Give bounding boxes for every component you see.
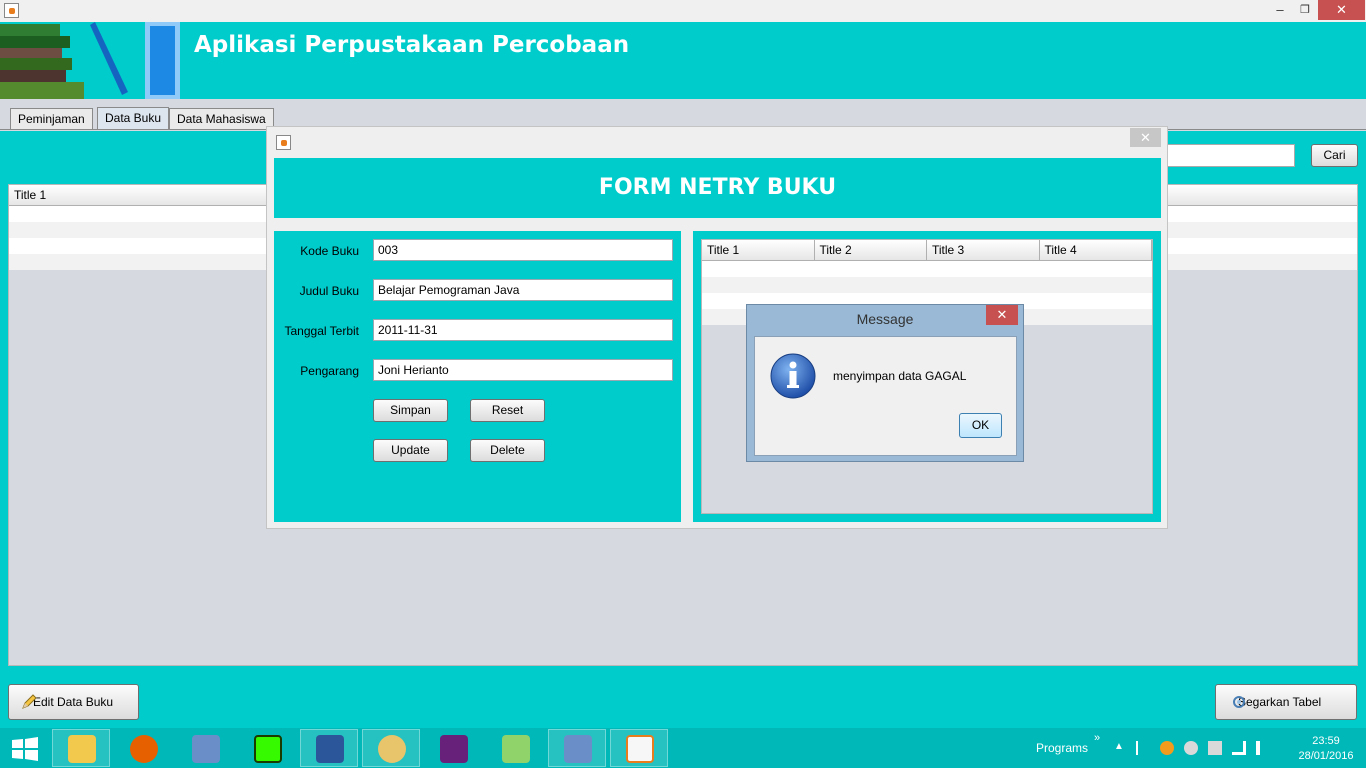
message-text: menyimpan data GAGAL xyxy=(833,369,967,383)
virtualbox-icon[interactable] xyxy=(176,729,234,767)
search-button[interactable]: Cari xyxy=(1311,144,1358,167)
maximize-button[interactable]: ❐ xyxy=(1291,0,1319,20)
minimize-button[interactable]: – xyxy=(1266,0,1294,20)
windows-start-icon[interactable] xyxy=(6,737,42,761)
search-input[interactable] xyxy=(1160,144,1295,167)
message-close-button[interactable]: ✕ xyxy=(986,305,1018,325)
judul-buku-label: Judul Buku xyxy=(299,284,359,298)
edit-button-label: Edit Data Buku xyxy=(33,695,114,709)
action-center-flag-icon[interactable] xyxy=(1136,741,1150,755)
clock-time: 23:59 xyxy=(1312,735,1340,747)
kode-buku-label: Kode Buku xyxy=(300,244,359,258)
table-header-title-3[interactable]: Title 3 xyxy=(927,240,1040,260)
pencil-icon xyxy=(22,694,37,709)
java-app-icon xyxy=(4,3,19,18)
java-icon[interactable] xyxy=(610,729,668,767)
firefox-icon[interactable] xyxy=(114,729,172,767)
taskbar: Programs » ▲ 23:59 28/01/2016 xyxy=(0,728,1366,768)
refresh-icon xyxy=(1233,696,1245,708)
table-header-title-4[interactable]: Title 4 xyxy=(1040,240,1152,260)
network-signal-icon[interactable] xyxy=(1232,741,1246,755)
toolbar-chevron-icon[interactable]: » xyxy=(1094,732,1100,744)
security-icon[interactable] xyxy=(1184,741,1198,755)
judul-buku-field[interactable]: Belajar Pemograman Java xyxy=(373,279,673,301)
virtualbox-icon[interactable] xyxy=(548,729,606,767)
usb-device-icon[interactable] xyxy=(1208,741,1222,755)
visual-studio-icon[interactable] xyxy=(424,729,482,767)
tab-data-buku[interactable]: Data Buku xyxy=(97,107,170,130)
tanggal-terbit-label: Tanggal Terbit xyxy=(284,324,360,338)
info-icon xyxy=(770,353,816,399)
delete-button[interactable]: Delete xyxy=(470,439,545,462)
paint-icon[interactable] xyxy=(362,729,420,767)
avast-icon[interactable] xyxy=(1160,741,1174,755)
table-header-title-1[interactable]: Title 1 xyxy=(702,240,815,260)
volume-icon[interactable] xyxy=(1256,741,1270,755)
table-row[interactable] xyxy=(702,277,1152,293)
refresh-table-button[interactable]: Segarkan Tabel xyxy=(1215,684,1357,720)
update-button[interactable]: Update xyxy=(373,439,448,462)
system-clock[interactable]: 23:59 28/01/2016 xyxy=(1296,734,1356,764)
message-body: menyimpan data GAGAL OK xyxy=(754,336,1017,456)
notepad-plus-icon[interactable] xyxy=(486,729,544,767)
app-title: Aplikasi Perpustakaan Percobaan xyxy=(194,32,630,58)
file-explorer-icon[interactable] xyxy=(52,729,110,767)
book-form-panel: Kode Buku 003 Judul Buku Belajar Pemogra… xyxy=(274,231,681,522)
book-entry-dialog: ✕ FORM NETRY BUKU Kode Buku 003 Judul Bu… xyxy=(266,126,1168,529)
edit-book-button[interactable]: Edit Data Buku xyxy=(8,684,139,720)
tab-peminjaman[interactable]: Peminjaman xyxy=(10,108,93,130)
refresh-button-label: Segarkan Tabel xyxy=(1238,695,1322,709)
pengarang-label: Pengarang xyxy=(300,364,359,378)
table-row[interactable] xyxy=(702,261,1152,277)
dialog-titlebar[interactable]: ✕ xyxy=(267,127,1167,157)
close-window-button[interactable]: ✕ xyxy=(1318,0,1365,20)
table-header: Title 1 Title 2 Title 3 Title 4 xyxy=(702,240,1152,261)
message-dialog: Message ✕ menyimpan data GAGAL OK xyxy=(746,304,1024,462)
clock-date: 28/01/2016 xyxy=(1298,750,1354,762)
window-titlebar: – ❐ ✕ xyxy=(0,0,1366,22)
programs-toolbar-label[interactable]: Programs xyxy=(1036,741,1088,755)
show-hidden-icons-icon[interactable]: ▲ xyxy=(1114,741,1128,755)
save-button[interactable]: Simpan xyxy=(373,399,448,422)
dialog-close-button[interactable]: ✕ xyxy=(1130,128,1161,147)
tab-data-mahasiswa[interactable]: Data Mahasiswa xyxy=(169,108,274,130)
table-header-title-2[interactable]: Title 2 xyxy=(815,240,927,260)
library-books-logo xyxy=(0,22,180,99)
app-header: Aplikasi Perpustakaan Percobaan xyxy=(0,22,1366,99)
dreamweaver-icon[interactable] xyxy=(238,729,296,767)
form-title: FORM NETRY BUKU xyxy=(598,175,837,200)
ok-button[interactable]: OK xyxy=(959,413,1002,438)
reset-button[interactable]: Reset xyxy=(470,399,545,422)
message-dialog-title: Message xyxy=(856,311,914,327)
word-icon[interactable] xyxy=(300,729,358,767)
java-app-icon xyxy=(276,135,291,150)
kode-buku-field[interactable]: 003 xyxy=(373,239,673,261)
form-header: FORM NETRY BUKU xyxy=(274,158,1161,218)
tanggal-terbit-field[interactable]: 2011-11-31 xyxy=(373,319,673,341)
pengarang-field[interactable]: Joni Herianto xyxy=(373,359,673,381)
